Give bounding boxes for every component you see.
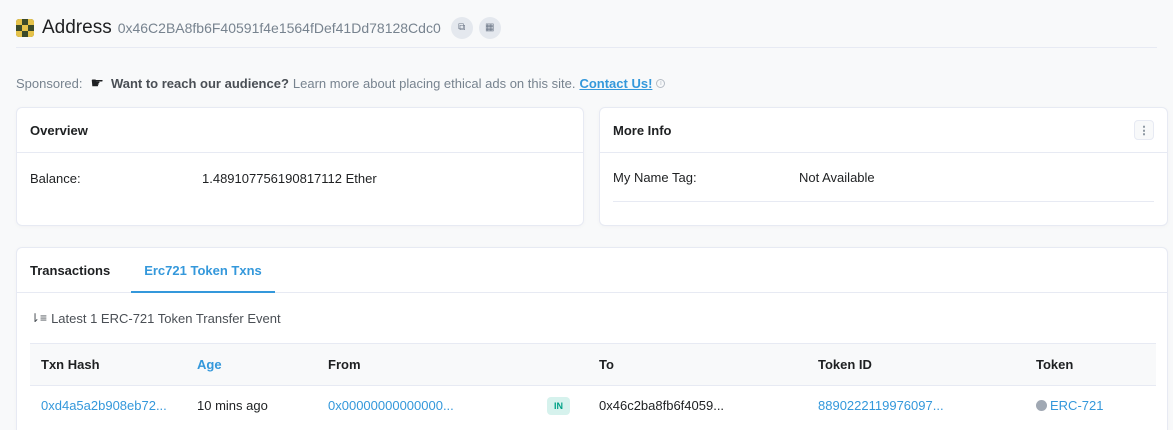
events-summary-text: Latest 1 ERC-721 Token Transfer Event — [51, 310, 281, 326]
sort-icon: ⇂≡ — [30, 311, 48, 325]
col-to: To — [599, 357, 614, 372]
token-transfers-table: Txn Hash Age From To Token ID Token 0xd4… — [30, 343, 1156, 426]
name-tag-label: My Name Tag: — [613, 169, 697, 185]
name-tag-row: My Name Tag: Not Available — [600, 153, 1167, 201]
more-options-icon[interactable]: ⋮ — [1134, 120, 1154, 140]
table-header-row: Txn Hash Age From To Token ID Token — [30, 343, 1156, 386]
token-link[interactable]: ERC-721 — [1036, 398, 1103, 413]
cursor-pointer-icon: ☛ — [90, 75, 104, 92]
tab-bar: Transactions Erc721 Token Txns — [17, 248, 1167, 293]
overview-header: Overview — [17, 108, 583, 153]
page-title: Address — [42, 16, 112, 38]
txn-hash-link[interactable]: 0xd4a5a2b908eb72... — [41, 398, 167, 413]
sponsored-text: Learn more about placing ethical ads on … — [292, 75, 576, 91]
col-token-id: Token ID — [818, 357, 872, 372]
info-icon[interactable]: i — [656, 78, 666, 88]
col-direction — [536, 344, 588, 386]
more-info-header: More Info ⋮ — [600, 108, 1167, 153]
table-row: 0xd4a5a2b908eb72... 10 mins ago 0x000000… — [30, 386, 1156, 426]
from-address-link[interactable]: 0x00000000000000... — [328, 398, 454, 413]
balance-label: Balance: — [30, 170, 81, 186]
events-summary: ⇂≡ Latest 1 ERC-721 Token Transfer Event — [17, 293, 1167, 343]
balance-row: Balance: 1.489107756190817112 Ether — [17, 153, 583, 203]
sponsored-banner: Sponsored: ☛ Want to reach our audience?… — [16, 71, 666, 95]
contact-us-link[interactable]: Contact Us! — [579, 76, 652, 91]
more-info-card: More Info ⋮ My Name Tag: Not Available — [599, 107, 1168, 226]
col-from: From — [328, 357, 361, 372]
token-name: ERC-721 — [1050, 398, 1104, 414]
more-info-title: More Info — [613, 122, 672, 138]
transactions-card: Transactions Erc721 Token Txns ⇂≡ Latest… — [16, 247, 1168, 430]
divider — [613, 201, 1154, 202]
age-value: 10 mins ago — [197, 398, 268, 414]
token-icon — [1036, 400, 1047, 412]
direction-badge: IN — [547, 396, 570, 415]
col-token: Token — [1036, 357, 1074, 372]
address-hash: 0x46C2BA8fb6F40591f4e1564fDef41Dd78128Cd… — [117, 19, 441, 36]
qr-code-icon[interactable]: ▦ — [478, 16, 501, 39]
token-id-link[interactable]: 8890222119976097... — [818, 398, 944, 413]
name-tag-value: Not Available — [799, 169, 875, 185]
tab-erc721-token-txns[interactable]: Erc721 Token Txns — [131, 248, 275, 293]
overview-card: Overview Balance: 1.489107756190817112 E… — [16, 107, 584, 226]
balance-value: 1.489107756190817112 Ether — [202, 170, 377, 186]
address-header: Address 0x46C2BA8fb6F40591f4e1564fDef41D… — [16, 8, 1157, 48]
col-txn-hash: Txn Hash — [41, 357, 100, 372]
copy-icon[interactable]: ⧉ — [450, 16, 473, 39]
col-age[interactable]: Age — [186, 344, 317, 386]
sponsored-label: Sponsored: — [16, 75, 83, 91]
tab-transactions[interactable]: Transactions — [17, 248, 123, 292]
address-avatar-icon — [16, 18, 34, 37]
to-address-value: 0x46c2ba8fb6f4059... — [599, 398, 725, 414]
sponsored-headline: Want to reach our audience? — [110, 75, 289, 91]
